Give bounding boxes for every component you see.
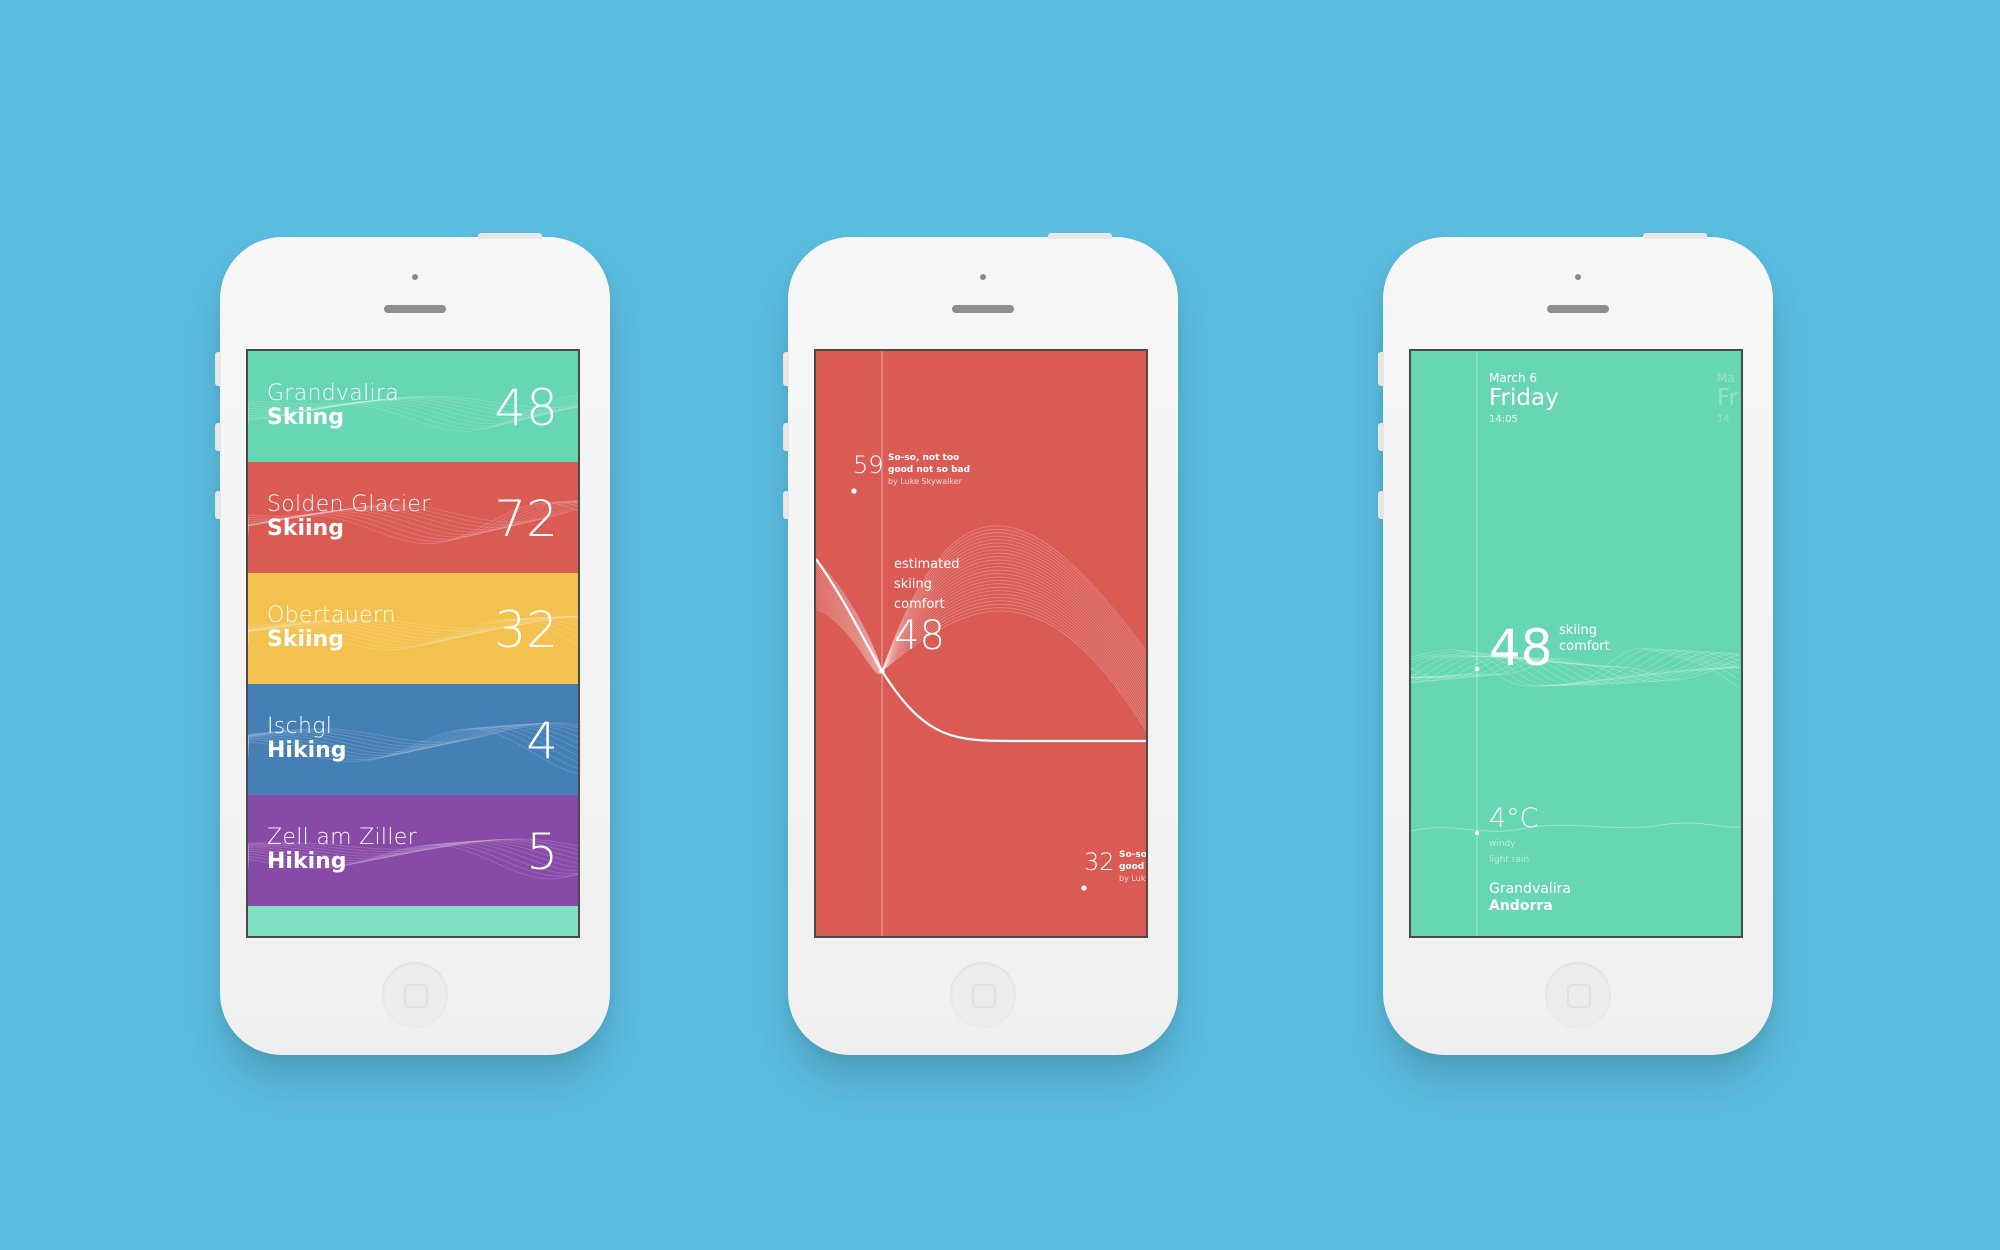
next-day-date-label: Ma [1717,371,1735,385]
next-day-label: Fr [1717,385,1739,411]
comfort-score: 48 [494,379,558,437]
top-review-comment-line2: good not so bad [888,465,971,475]
front-camera [1575,274,1581,280]
comfort-wave-stroke [1411,649,1740,687]
current-comfort-dot [1474,666,1480,672]
temperature-value: 4°C [1489,803,1539,834]
bottom-review-dot [1081,885,1087,891]
top-review-dot [851,488,857,494]
comfort-label-line3: comfort [894,597,945,612]
condition-wind: windy [1489,839,1516,849]
earpiece-speaker [1547,305,1609,313]
date-label: March 6 [1489,371,1538,385]
top-review-author: by Luke Skywalker [888,477,962,486]
earpiece-speaker [384,305,446,313]
resort-name: Solden Glacier [267,492,431,517]
resort-row[interactable]: Solden Glacier Skiing 72 [248,462,578,573]
main-comfort-score: 48 [894,613,945,659]
front-camera [412,274,418,280]
resort-row[interactable]: Zell am Ziller Hiking 5 [248,795,578,906]
comfort-detail-screen: 59 So-so, not too good not so bad by Luk… [814,349,1148,938]
comfort-score: 48 [1489,619,1553,677]
resort-name: Zell am Ziller [267,825,417,850]
earpiece-speaker [952,305,1014,313]
resort-country: Andorra [1489,898,1553,914]
bottom-review-comment-line2: good [1119,862,1145,872]
volume-up-button [215,423,221,451]
resort-row[interactable]: Ischgl Hiking 4 [248,684,578,795]
phone-right: March 6 Friday 14:05 Ma Fr 14 48 skiing … [1378,233,1773,1055]
phone-left: Grandvalira Skiing 48 Solden Glacier Skiing 7… [215,233,610,1055]
resort-name: Ischgl [267,714,333,739]
activity-label: Hiking [267,738,347,763]
activity-label: Hiking [267,849,347,874]
activity-label: Skiing [267,627,344,652]
condition-rain: light rain [1489,855,1530,865]
mute-switch [1378,352,1384,386]
time-label: 14:05 [1489,414,1518,425]
top-review-score: 59 [853,451,884,479]
comfort-label-line2: comfort [1559,639,1610,654]
activity-label: Skiing [267,405,344,430]
comfort-curve-stroke [816,556,1146,681]
power-button [1643,233,1707,239]
resort-name: Grandvalira [267,381,400,406]
resort-list-screen: Grandvalira Skiing 48 Solden Glacier Skiing 7… [246,349,580,938]
home-button[interactable] [1545,962,1611,1028]
volume-down-button [215,491,221,519]
mute-switch [783,352,789,386]
comfort-wave-stroke [1411,648,1740,687]
volume-up-button [1378,423,1384,451]
bottom-review-author: by Luk [1119,874,1146,883]
comfort-curve-bundle [816,525,1146,732]
home-button[interactable] [382,962,448,1028]
temperature-trend-line [1411,822,1741,832]
comfort-wave-bundle [1411,647,1740,688]
comfort-score: 72 [494,490,558,548]
current-point-dot [879,668,885,674]
top-review-comment-line1: So-so, not too [888,453,960,463]
comfort-wave-stroke [1411,647,1740,688]
current-temperature-dot [1474,830,1480,836]
power-button [478,233,542,239]
comfort-wave-stroke [1411,654,1740,684]
resort-row[interactable]: Grandvalira Skiing 48 [248,351,578,462]
activity-label: Skiing [267,516,344,541]
day-label: Friday [1489,385,1559,411]
comfort-wave-stroke [1411,648,1740,687]
power-button [1048,233,1112,239]
comfort-label-line2: skiing [894,577,933,592]
volume-up-button [783,423,789,451]
volume-down-button [783,491,789,519]
comfort-score: 32 [494,601,558,659]
comfort-score: 5 [526,823,558,881]
home-button[interactable] [950,962,1016,1028]
front-camera [980,274,986,280]
comfort-label-line1: skiing [1559,623,1598,638]
resort-day-screen: March 6 Friday 14:05 Ma Fr 14 48 skiing … [1409,349,1743,938]
next-day-time-label: 14 [1717,414,1730,425]
resort-name: Grandvalira [1489,881,1571,897]
bottom-review-comment-line1: So-so [1119,850,1147,860]
comfort-label-line1: estimated [894,557,960,572]
bottom-review-score: 32 [1084,848,1115,876]
comfort-score: 4 [526,712,558,770]
volume-down-button [1378,491,1384,519]
resort-row[interactable]: Obertauern Skiing 32 [248,573,578,684]
resort-name: Obertauern [267,603,397,628]
phone-middle: 59 So-so, not too good not so bad by Luk… [783,233,1178,1055]
mute-switch [215,352,221,386]
